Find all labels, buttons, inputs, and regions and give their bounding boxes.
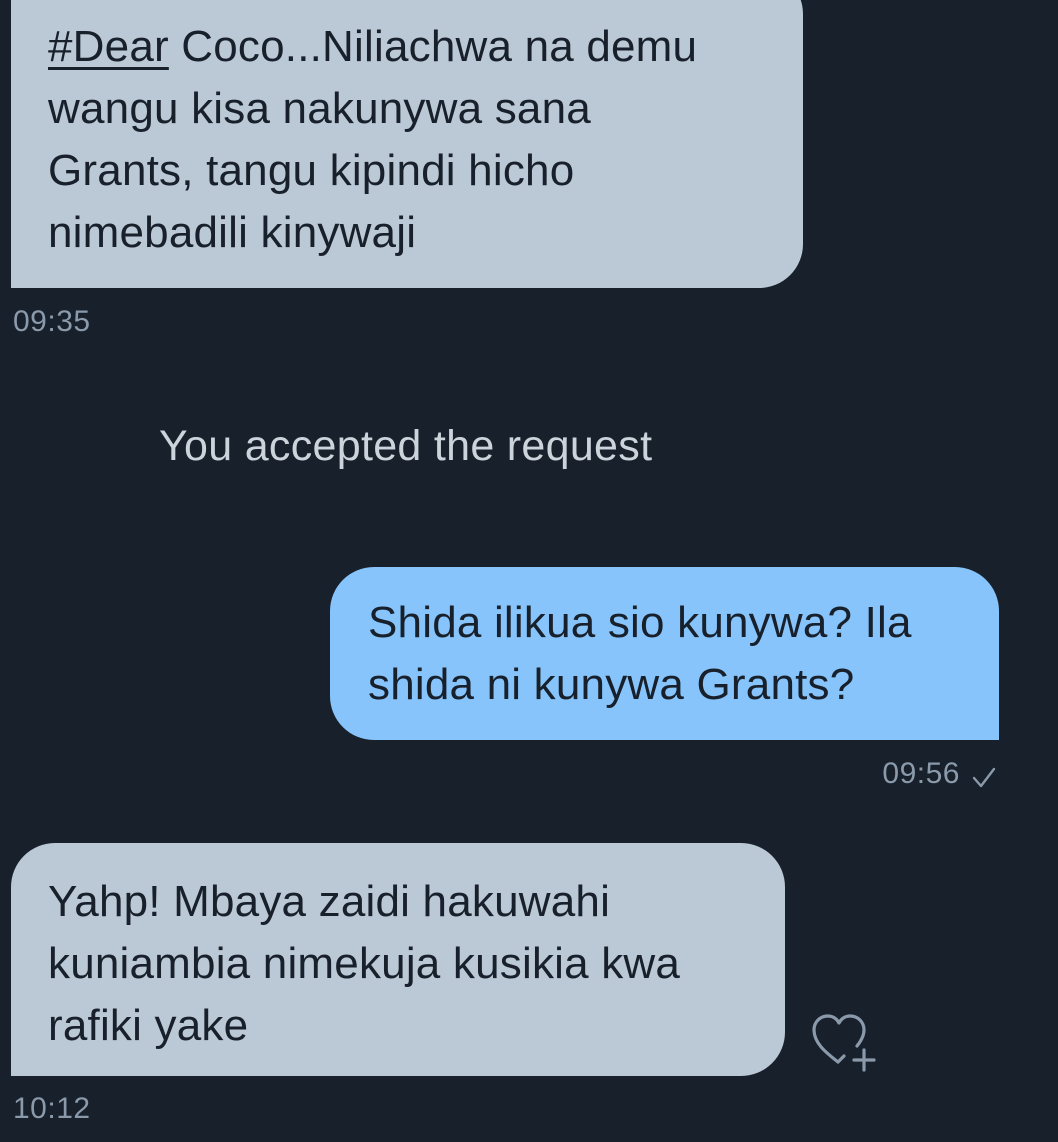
message-line: wangu kisa nakunywa sana <box>48 84 591 133</box>
message-timestamp: 09:35 <box>13 305 91 338</box>
system-note: You accepted the request <box>159 422 653 470</box>
received-message-bubble[interactable]: #Dear Coco...Niliachwa na demu wangu kis… <box>11 0 803 288</box>
message-text: Coco...Niliachwa na demu <box>168 22 698 71</box>
message-timestamp: 10:12 <box>13 1092 91 1125</box>
message-line: Yahp! Mbaya zaidi hakuwahi <box>48 877 611 926</box>
message-line: rafiki yake <box>48 1001 249 1050</box>
message-timestamp-row: 09:56 <box>882 757 996 791</box>
message-line: Shida ilikua sio kunywa? Ila <box>368 598 912 647</box>
sent-message-bubble[interactable]: Shida ilikua sio kunywa? Ila shida ni ku… <box>330 567 999 740</box>
heart-plus-icon[interactable] <box>808 1010 880 1074</box>
hashtag-link[interactable]: #Dear <box>48 22 169 71</box>
message-line: Grants, tangu kipindi hicho <box>48 146 575 195</box>
message-timestamp: 09:56 <box>882 757 960 790</box>
message-thread: #Dear Coco...Niliachwa na demu wangu kis… <box>0 0 1058 1142</box>
check-icon <box>972 763 996 788</box>
message-line: kuniambia nimekuja kusikia kwa <box>48 939 681 988</box>
message-line: shida ni kunywa Grants? <box>368 660 855 709</box>
message-line: nimebadili kinywaji <box>48 208 417 257</box>
received-message-bubble[interactable]: Yahp! Mbaya zaidi hakuwahi kuniambia nim… <box>11 843 785 1076</box>
message-line: #Dear Coco...Niliachwa na demu <box>48 16 783 78</box>
